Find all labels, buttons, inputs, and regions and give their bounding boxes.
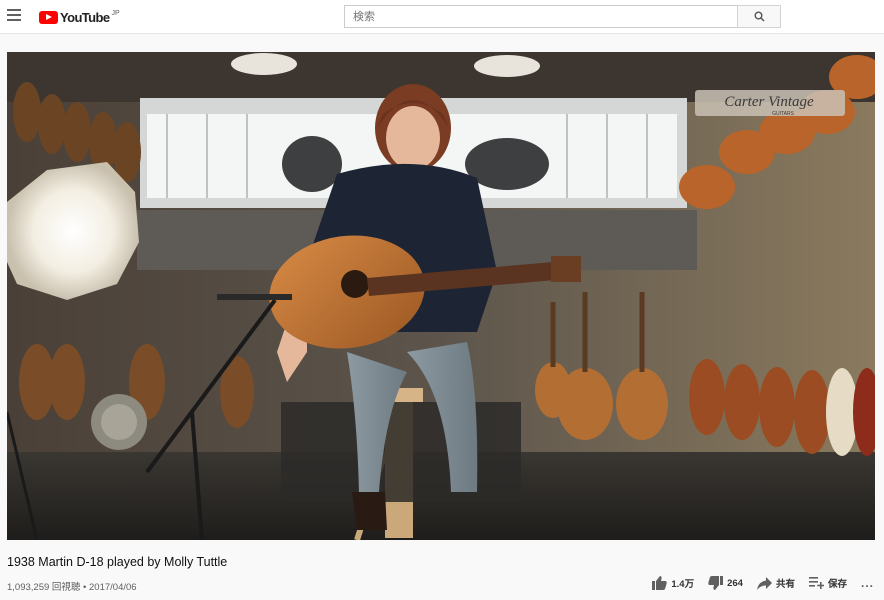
video-actions: 1.4万 264 共有 保存 ...: [652, 576, 874, 590]
store-sign-sub: GUITARS: [772, 111, 795, 117]
logo-text: YouTube: [60, 9, 110, 25]
video-meta: 1,093,259 回視聴 • 2017/04/06: [7, 579, 137, 593]
video-title: 1938 Martin D-18 played by Molly Tuttle: [7, 555, 228, 569]
share-label: 共有: [775, 579, 795, 590]
dislike-count: 264: [727, 577, 743, 589]
search-input[interactable]: [344, 5, 737, 28]
dislike-button[interactable]: 264: [708, 576, 743, 590]
search-button[interactable]: [737, 5, 781, 28]
meta-separator: •: [83, 582, 87, 593]
logo-region: JP: [111, 9, 120, 17]
play-logo-icon: [39, 10, 58, 24]
thumbs-up-icon: [652, 576, 668, 590]
like-count: 1.4万: [671, 579, 695, 590]
store-sign: Carter Vintage: [724, 94, 814, 110]
upload-date: 2017/04/06: [89, 582, 137, 593]
share-icon: [756, 576, 772, 590]
video-player[interactable]: Carter Vintage GUITARS: [7, 52, 875, 540]
view-count: 1,093,259 回視聴: [7, 582, 81, 593]
playlist-add-icon: [808, 577, 824, 589]
video-frame: Carter Vintage GUITARS: [7, 52, 875, 540]
save-button[interactable]: 保存: [808, 576, 847, 590]
masthead: YouTube JP: [0, 0, 884, 34]
search-icon: [754, 11, 765, 22]
save-label: 保存: [827, 579, 847, 590]
more-actions-icon[interactable]: ...: [861, 576, 874, 590]
hamburger-menu-icon[interactable]: [7, 9, 21, 23]
thumbs-down-icon: [708, 576, 724, 590]
youtube-logo[interactable]: YouTube JP: [39, 9, 120, 25]
search-bar: [344, 5, 781, 28]
share-button[interactable]: 共有: [756, 576, 795, 590]
like-button[interactable]: 1.4万: [652, 576, 694, 590]
